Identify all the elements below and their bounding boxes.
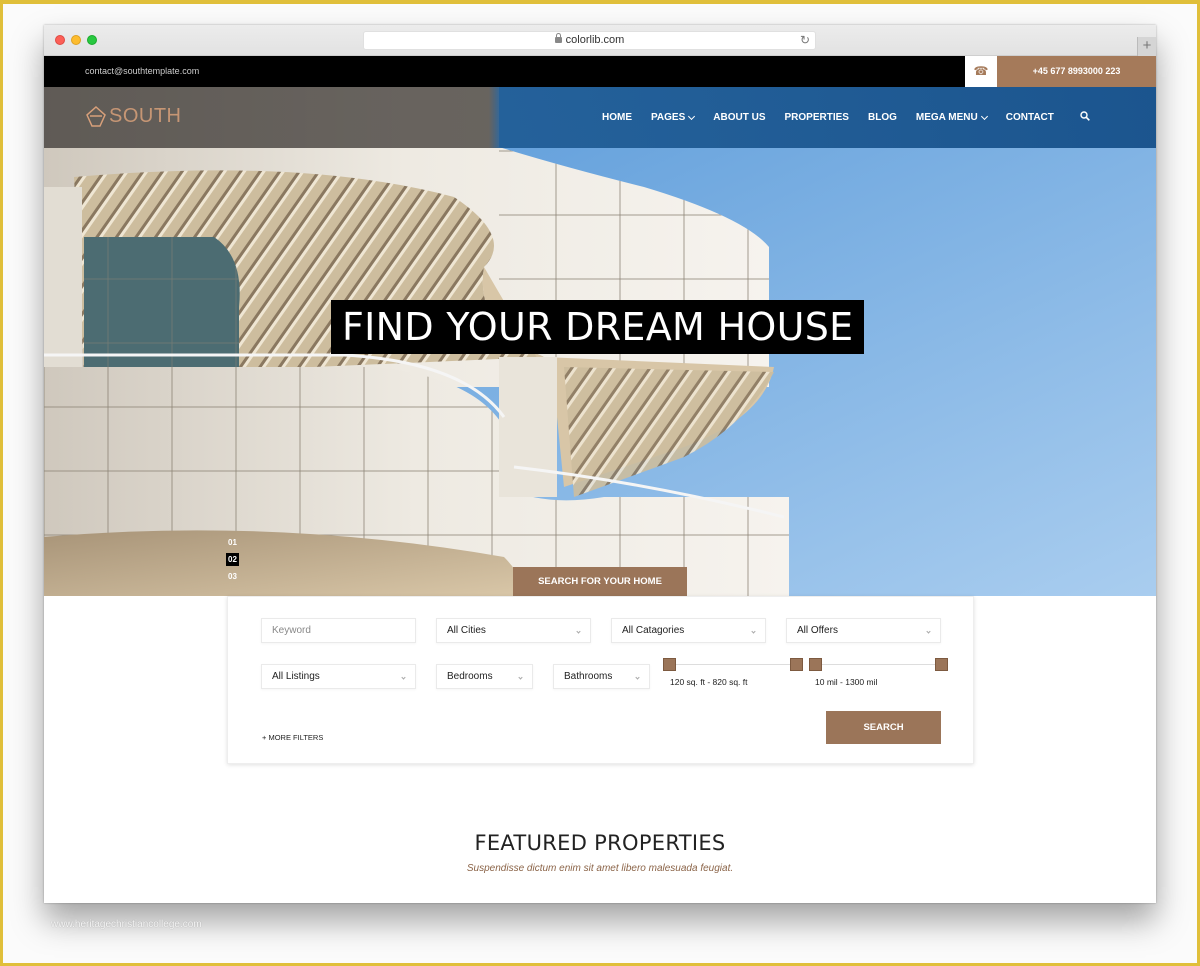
brand-name: SOUTH — [109, 105, 182, 127]
reload-icon[interactable]: ↻ — [800, 32, 810, 49]
section-subtitle: Suspendisse dictum enim sit amet libero … — [466, 863, 734, 874]
search-icon[interactable] — [1080, 111, 1090, 121]
nav-about-us[interactable]: ABOUT US — [713, 112, 765, 123]
area-max-handle[interactable] — [790, 658, 803, 671]
top-bar: contact@southtemplate.com ☎ +45 677 8993… — [44, 56, 1156, 87]
nav-label: PAGES — [651, 112, 686, 123]
primary-navigation: HOME PAGES ABOUT US PROPERTIES BLOG MEGA… — [602, 87, 1073, 148]
caret-down-icon — [751, 629, 756, 634]
nav-contact[interactable]: CONTACT — [1006, 112, 1054, 123]
caret-down-icon — [926, 629, 931, 634]
price-max-handle[interactable] — [935, 658, 948, 671]
nav-mega-menu[interactable]: MEGA MENU — [915, 112, 988, 123]
section-title: FEATURED PROPERTIES — [474, 831, 726, 855]
slider-track — [815, 664, 942, 665]
price-range-label: 10 mil - 1300 mil — [815, 677, 878, 687]
url-text: colorlib.com — [565, 34, 625, 46]
slide-indicator-03[interactable]: 03 — [226, 570, 239, 583]
hero-section: SOUTH HOME PAGES ABOUT US PROPERTIES BLO… — [44, 87, 1156, 596]
offers-select[interactable]: All Offers — [786, 618, 941, 643]
select-value: Bathrooms — [564, 671, 613, 682]
caret-down-icon — [576, 629, 581, 634]
nav-label: PROPERTIES — [784, 112, 849, 123]
site-logo[interactable]: SOUTH — [86, 105, 182, 128]
caret-down-icon — [518, 675, 523, 680]
slider-track — [669, 664, 797, 665]
property-search-panel: Keyword All Cities All Catagories All Of… — [227, 596, 974, 764]
nav-blog[interactable]: BLOG — [868, 112, 897, 123]
nav-label: CONTACT — [1005, 112, 1054, 123]
select-value: Bedrooms — [447, 671, 493, 682]
nav-pages[interactable]: PAGES — [651, 112, 696, 123]
more-filters-link[interactable]: + MORE FILTERS — [262, 733, 323, 742]
contact-email[interactable]: contact@southtemplate.com — [85, 56, 199, 87]
browser-window: colorlib.com ↻ + contact@southtemplate.c… — [44, 25, 1156, 903]
maximize-window-button[interactable] — [87, 35, 97, 45]
nav-label: ABOUT US — [713, 112, 766, 123]
caret-down-icon — [635, 675, 640, 680]
cities-select[interactable]: All Cities — [436, 618, 591, 643]
price-min-handle[interactable] — [809, 658, 822, 671]
featured-properties-section: FEATURED PROPERTIES Suspendisse dictum e… — [44, 831, 1156, 874]
chevron-down-icon — [688, 112, 696, 120]
nav-label: MEGA MENU — [915, 112, 978, 123]
nav-home[interactable]: HOME — [602, 112, 632, 123]
nav-label: BLOG — [867, 112, 897, 123]
bedrooms-select[interactable]: Bedrooms — [436, 664, 533, 689]
slide-indicator-01[interactable]: 01 — [226, 536, 239, 549]
search-for-your-home-button[interactable]: SEARCH FOR YOUR HOME — [513, 567, 687, 596]
caret-down-icon — [401, 675, 406, 680]
new-tab-button[interactable]: + — [1137, 37, 1156, 56]
address-bar[interactable]: colorlib.com ↻ — [363, 31, 816, 50]
select-value: All Catagories — [622, 625, 685, 636]
phone-number[interactable]: +45 677 8993000 223 — [997, 56, 1156, 87]
listings-select[interactable]: All Listings — [261, 664, 416, 689]
watermark-text: www.heritagechristiancollege.com — [51, 919, 202, 930]
search-button[interactable]: SEARCH — [826, 711, 941, 744]
minimize-window-button[interactable] — [71, 35, 81, 45]
keyword-input[interactable]: Keyword — [261, 618, 416, 643]
area-min-handle[interactable] — [663, 658, 676, 671]
hero-headline: FIND YOUR DREAM HOUSE — [331, 300, 865, 354]
bathrooms-select[interactable]: Bathrooms — [553, 664, 650, 689]
slide-indicator-02[interactable]: 02 — [226, 553, 239, 566]
area-range-label: 120 sq. ft - 820 sq. ft — [670, 677, 748, 687]
chevron-down-icon — [980, 112, 988, 120]
slide-indicators: 01 02 03 — [226, 536, 239, 587]
select-value: All Offers — [797, 625, 838, 636]
close-window-button[interactable] — [55, 35, 65, 45]
browser-chrome: colorlib.com ↻ + — [44, 25, 1156, 56]
main-navbar: SOUTH HOME PAGES ABOUT US PROPERTIES BLO… — [44, 87, 1156, 148]
select-value: All Cities — [447, 625, 486, 636]
lock-icon — [554, 33, 562, 43]
categories-select[interactable]: All Catagories — [611, 618, 766, 643]
nav-properties[interactable]: PROPERTIES — [785, 112, 849, 123]
phone-icon: ☎ — [965, 56, 997, 87]
price-range-slider[interactable] — [809, 658, 948, 672]
area-range-slider[interactable] — [663, 658, 803, 672]
select-value: All Listings — [272, 671, 320, 682]
nav-label: HOME — [602, 112, 632, 123]
house-logo-icon — [86, 105, 106, 127]
